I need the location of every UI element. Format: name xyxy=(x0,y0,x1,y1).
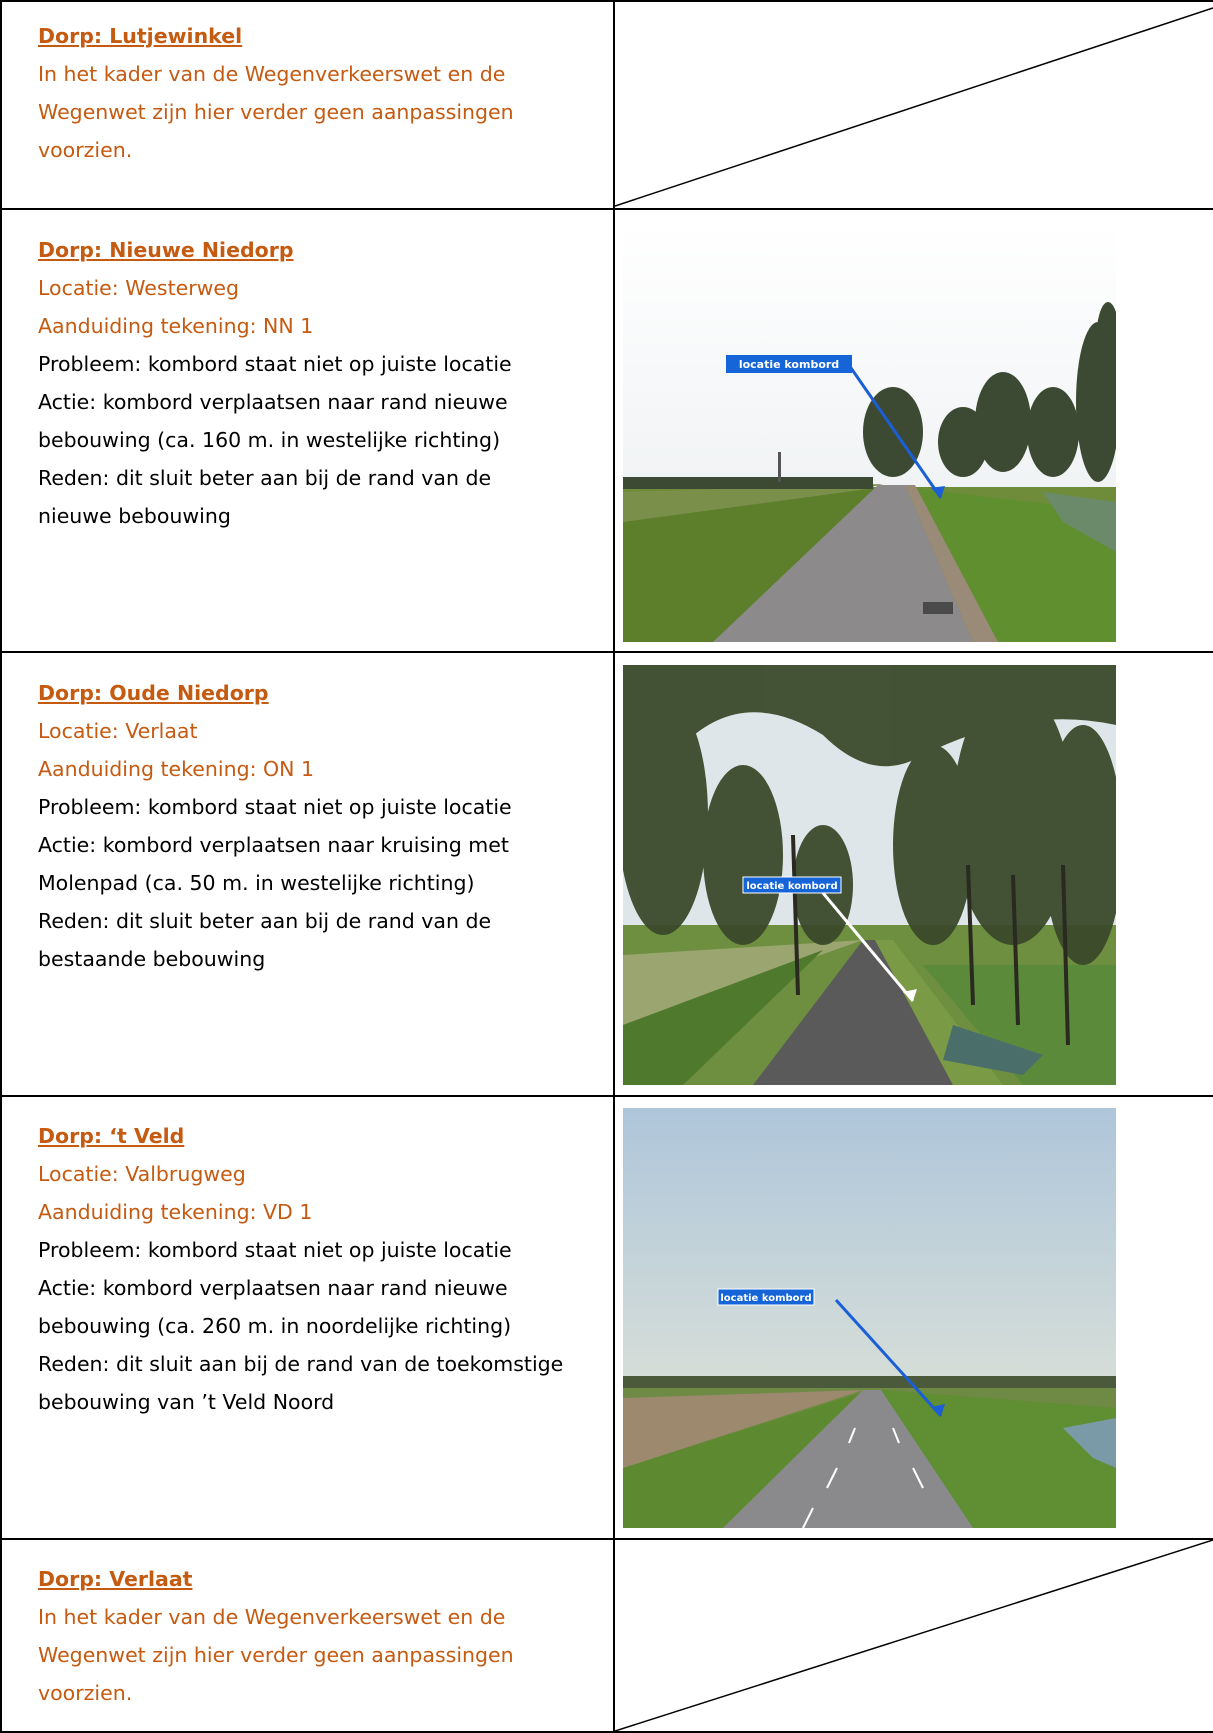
photo-westerweg: locatie kombord xyxy=(623,222,1116,642)
section-oude-niedorp-text: Dorp: Oude Niedorp Locatie: Verlaat Aand… xyxy=(38,674,608,978)
section-heading: Dorp: ‘t Veld xyxy=(38,1124,185,1148)
section-line: bestaande bebouwing xyxy=(38,947,266,971)
section-verlaat-text: Dorp: Verlaat In het kader van de Wegenv… xyxy=(38,1560,608,1712)
section-heading: Dorp: Lutjewinkel xyxy=(38,24,243,48)
section-drawing-ref: Aanduiding tekening: NN 1 xyxy=(38,314,314,338)
info-table: Dorp: Lutjewinkel In het kader van de We… xyxy=(0,0,1213,1733)
empty-cell-diagonal xyxy=(615,1540,1213,1731)
section-intro-line: In het kader van de Wegenverkeerswet en … xyxy=(38,1605,506,1629)
table-left-border xyxy=(0,0,2,1733)
section-intro-line: voorzien. xyxy=(38,138,133,162)
section-nieuwe-niedorp-text: Dorp: Nieuwe Niedorp Locatie: Westerweg … xyxy=(38,231,608,535)
section-heading: Dorp: Verlaat xyxy=(38,1567,193,1591)
photo-valbrugweg: locatie kombord xyxy=(623,1108,1116,1528)
section-line: nieuwe bebouwing xyxy=(38,504,231,528)
section-heading: Dorp: Nieuwe Niedorp xyxy=(38,238,294,262)
section-lutjewinkel-text: Dorp: Lutjewinkel In het kader van de We… xyxy=(38,17,608,169)
section-location: Locatie: Verlaat xyxy=(38,719,198,743)
section-line: Actie: kombord verplaatsen naar rand nie… xyxy=(38,1276,508,1300)
section-line: Probleem: kombord staat niet op juiste l… xyxy=(38,795,512,819)
photo-label: locatie kombord xyxy=(720,1293,811,1304)
section-intro-line: In het kader van de Wegenverkeerswet en … xyxy=(38,62,506,86)
section-line: bebouwing van ’t Veld Noord xyxy=(38,1390,335,1414)
section-intro-line: voorzien. xyxy=(38,1681,133,1705)
photo-verlaat-road: locatie kombord xyxy=(623,665,1116,1085)
section-heading: Dorp: Oude Niedorp xyxy=(38,681,269,705)
section-t-veld-text: Dorp: ‘t Veld Locatie: Valbrugweg Aandui… xyxy=(38,1117,608,1421)
section-line: bebouwing (ca. 160 m. in westelijke rich… xyxy=(38,428,501,452)
table-row-border xyxy=(0,651,1213,653)
section-line: Actie: kombord verplaatsen naar kruising… xyxy=(38,833,509,857)
photo-label: locatie kombord xyxy=(746,881,837,892)
section-line: Reden: dit sluit aan bij de rand van de … xyxy=(38,1352,564,1376)
section-location: Locatie: Valbrugweg xyxy=(38,1162,246,1186)
section-drawing-ref: Aanduiding tekening: VD 1 xyxy=(38,1200,313,1224)
section-line: Actie: kombord verplaatsen naar rand nie… xyxy=(38,390,508,414)
section-intro-line: Wegenwet zijn hier verder geen aanpassin… xyxy=(38,1643,514,1667)
section-line: Probleem: kombord staat niet op juiste l… xyxy=(38,352,512,376)
section-line: Molenpad (ca. 50 m. in westelijke richti… xyxy=(38,871,475,895)
empty-cell-diagonal xyxy=(615,7,1213,207)
section-line: Reden: dit sluit beter aan bij de rand v… xyxy=(38,466,492,490)
section-line: Probleem: kombord staat niet op juiste l… xyxy=(38,1238,512,1262)
section-intro-line: Wegenwet zijn hier verder geen aanpassin… xyxy=(38,100,514,124)
section-line: Reden: dit sluit beter aan bij de rand v… xyxy=(38,909,492,933)
section-location: Locatie: Westerweg xyxy=(38,276,240,300)
section-line: bebouwing (ca. 260 m. in noordelijke ric… xyxy=(38,1314,512,1338)
table-column-divider xyxy=(613,0,615,1733)
photo-label: locatie kombord xyxy=(739,358,839,371)
table-row-border xyxy=(0,1095,1213,1097)
table-row-border xyxy=(0,208,1213,210)
section-drawing-ref: Aanduiding tekening: ON 1 xyxy=(38,757,315,781)
